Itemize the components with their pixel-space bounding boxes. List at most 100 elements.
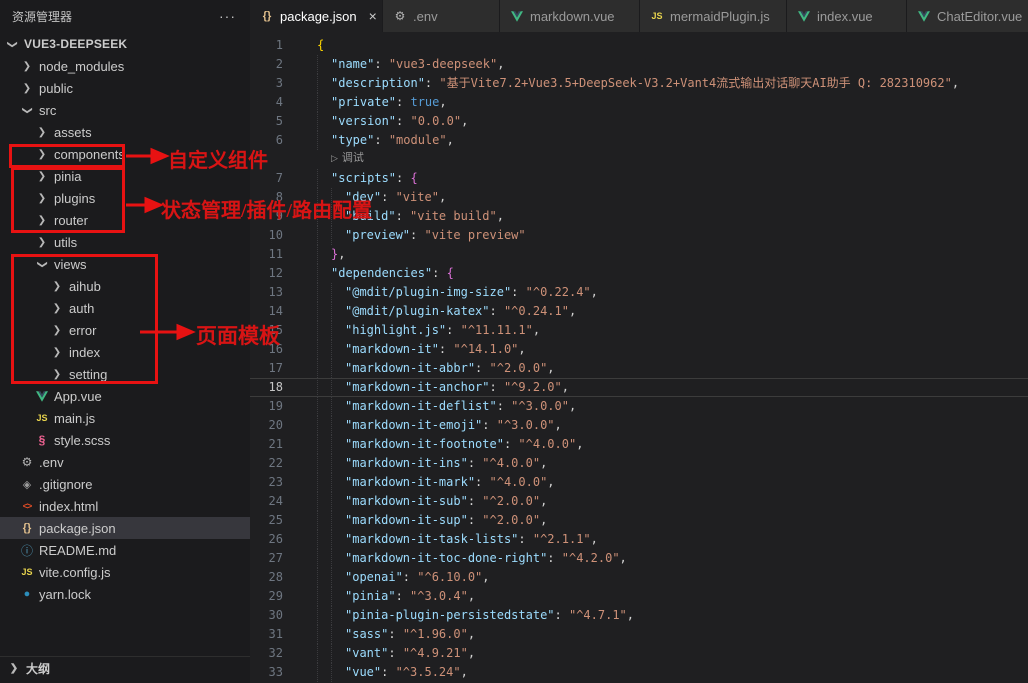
token-p: : <box>490 378 504 397</box>
vue-icon <box>34 391 50 402</box>
line-number: 11 <box>250 245 292 264</box>
indent-guide <box>317 473 331 492</box>
code-line-23[interactable]: 23"markdown-it-mark": "^4.0.0", <box>250 473 1028 492</box>
token-s: "^0.24.1" <box>504 302 569 321</box>
tab-index-vue[interactable]: index.vue <box>787 0 907 32</box>
code-line-6[interactable]: 6"type": "module", <box>250 131 1028 150</box>
tree-item-public[interactable]: ❯public <box>0 77 250 99</box>
tree-item-utils[interactable]: ❯utils <box>0 231 250 253</box>
tree-item-setting[interactable]: ❯setting <box>0 363 250 385</box>
tree-item-package-json[interactable]: {}package.json <box>0 517 250 539</box>
code-line-5[interactable]: 5"version": "0.0.0", <box>250 112 1028 131</box>
tree-item-auth[interactable]: ❯auth <box>0 297 250 319</box>
tab-package-json[interactable]: {}package.json× <box>250 0 383 32</box>
code-line-30[interactable]: 30"pinia-plugin-persistedstate": "^4.7.1… <box>250 606 1028 625</box>
tree-item-yarn-lock[interactable]: ●yarn.lock <box>0 583 250 605</box>
code-line-33[interactable]: 33"vue": "^3.5.24", <box>250 663 1028 682</box>
tab-chateditor-vue[interactable]: ChatEditor.vue <box>907 0 1028 32</box>
code-line-3[interactable]: 3"description": "基于Vite7.2+Vue3.5+DeepSe… <box>250 74 1028 93</box>
tab-markdown-vue[interactable]: markdown.vue <box>500 0 640 32</box>
code-line-10[interactable]: 10"preview": "vite preview" <box>250 226 1028 245</box>
code-line-31[interactable]: 31"sass": "^1.96.0", <box>250 625 1028 644</box>
code-line-12[interactable]: 12"dependencies": { <box>250 264 1028 283</box>
tree-item-plugins[interactable]: ❯plugins <box>0 187 250 209</box>
tab--env[interactable]: ⚙.env <box>383 0 500 32</box>
sass-icon: § <box>34 433 50 447</box>
token-k: "openai" <box>345 568 403 587</box>
code-line-22[interactable]: 22"markdown-it-ins": "^4.0.0", <box>250 454 1028 473</box>
token-s: "module" <box>389 131 447 150</box>
code-line-4[interactable]: 4"private": true, <box>250 93 1028 112</box>
code-text: "scripts": { <box>292 169 418 188</box>
line-number: 26 <box>250 530 292 549</box>
tree-item-pinia[interactable]: ❯pinia <box>0 165 250 187</box>
tree-item-index-html[interactable]: <>index.html <box>0 495 250 517</box>
code-line-20[interactable]: 20"markdown-it-emoji": "^3.0.0", <box>250 416 1028 435</box>
code-line-15[interactable]: 15"highlight.js": "^11.11.1", <box>250 321 1028 340</box>
tree-item-src[interactable]: ❯src <box>0 99 250 121</box>
code-line-1[interactable]: 1{ <box>250 36 1028 55</box>
tree-item--gitignore[interactable]: ◈.gitignore <box>0 473 250 495</box>
code-line-18[interactable]: 18"markdown-it-anchor": "^9.2.0", <box>250 378 1028 397</box>
token-k: "markdown-it-footnote" <box>345 435 504 454</box>
code-line-19[interactable]: 19"markdown-it-deflist": "^3.0.0", <box>250 397 1028 416</box>
code-line-9[interactable]: 9"build": "vite build", <box>250 207 1028 226</box>
tree-item-index[interactable]: ❯index <box>0 341 250 363</box>
code-line-21[interactable]: 21"markdown-it-footnote": "^4.0.0", <box>250 435 1028 454</box>
indent-guide <box>317 663 331 682</box>
code-line-14[interactable]: 14"@mdit/plugin-katex": "^0.24.1", <box>250 302 1028 321</box>
tree-item-readme-md[interactable]: ⓘREADME.md <box>0 539 250 561</box>
code-line-13[interactable]: 13"@mdit/plugin-img-size": "^0.22.4", <box>250 283 1028 302</box>
code-line-7[interactable]: 7"scripts": { <box>250 169 1028 188</box>
tree-item-main-js[interactable]: JSmain.js <box>0 407 250 429</box>
code-line-29[interactable]: 29"pinia": "^3.0.4", <box>250 587 1028 606</box>
token-p: : <box>396 112 410 131</box>
code-line-26[interactable]: 26"markdown-it-task-lists": "^2.1.1", <box>250 530 1028 549</box>
code-text: "@mdit/plugin-katex": "^0.24.1", <box>292 302 576 321</box>
token-t: true <box>410 93 439 112</box>
code-editor[interactable]: 1{2"name": "vue3-deepseek",3"description… <box>250 32 1028 683</box>
codelens-debug-link[interactable]: ▷调试 <box>292 150 364 169</box>
tree-item-aihub[interactable]: ❯aihub <box>0 275 250 297</box>
token-p: , <box>627 606 634 625</box>
line-number: 8 <box>250 188 292 207</box>
indent-guide <box>317 74 331 93</box>
outline-section-header[interactable]: ❯ 大纲 <box>0 656 250 679</box>
code-line-32[interactable]: 32"vant": "^4.9.21", <box>250 644 1028 663</box>
code-text: "openai": "^6.10.0", <box>292 568 490 587</box>
code-line-2[interactable]: 2"name": "vue3-deepseek", <box>250 55 1028 74</box>
token-p: , <box>497 207 504 226</box>
chevron-right-icon: ❯ <box>6 663 22 674</box>
tree-item-error[interactable]: ❯error <box>0 319 250 341</box>
more-actions-icon[interactable]: ··· <box>219 8 236 24</box>
tree-item-assets[interactable]: ❯assets <box>0 121 250 143</box>
code-line-8[interactable]: 8"dev": "vite", <box>250 188 1028 207</box>
vue-icon <box>510 11 524 22</box>
code-line-25[interactable]: 25"markdown-it-sup": "^2.0.0", <box>250 511 1028 530</box>
line-number: 31 <box>250 625 292 644</box>
code-line-27[interactable]: 27"markdown-it-toc-done-right": "^4.2.0"… <box>250 549 1028 568</box>
tree-item-views[interactable]: ❯views <box>0 253 250 275</box>
code-line-28[interactable]: 28"openai": "^6.10.0", <box>250 568 1028 587</box>
code-line-11[interactable]: 11}, <box>250 245 1028 264</box>
tree-item-app-vue[interactable]: App.vue <box>0 385 250 407</box>
indent-guide <box>331 359 345 378</box>
token-k: "markdown-it-sub" <box>345 492 468 511</box>
tree-item-style-scss[interactable]: §style.scss <box>0 429 250 451</box>
code-text: }, <box>292 245 345 264</box>
code-line-17[interactable]: 17"markdown-it-abbr": "^2.0.0", <box>250 359 1028 378</box>
tree-item-vite-config-js[interactable]: JSvite.config.js <box>0 561 250 583</box>
line-number: 7 <box>250 169 292 188</box>
code-line-16[interactable]: 16"markdown-it": "^14.1.0", <box>250 340 1028 359</box>
chevron-right-icon: ❯ <box>34 193 50 204</box>
code-line-24[interactable]: 24"markdown-it-sub": "^2.0.0", <box>250 492 1028 511</box>
indent-guide <box>331 397 345 416</box>
tree-item--env[interactable]: ⚙.env <box>0 451 250 473</box>
tree-item-components[interactable]: ❯components <box>0 143 250 165</box>
tab-mermaidplugin-js[interactable]: JSmermaidPlugin.js <box>640 0 787 32</box>
tree-item-node-modules[interactable]: ❯node_modules <box>0 55 250 77</box>
line-number: 2 <box>250 55 292 74</box>
tree-item-router[interactable]: ❯router <box>0 209 250 231</box>
close-icon[interactable]: × <box>369 8 377 24</box>
tree-item-vue3-deepseek[interactable]: ❯VUE3-DEEPSEEK <box>0 33 250 55</box>
